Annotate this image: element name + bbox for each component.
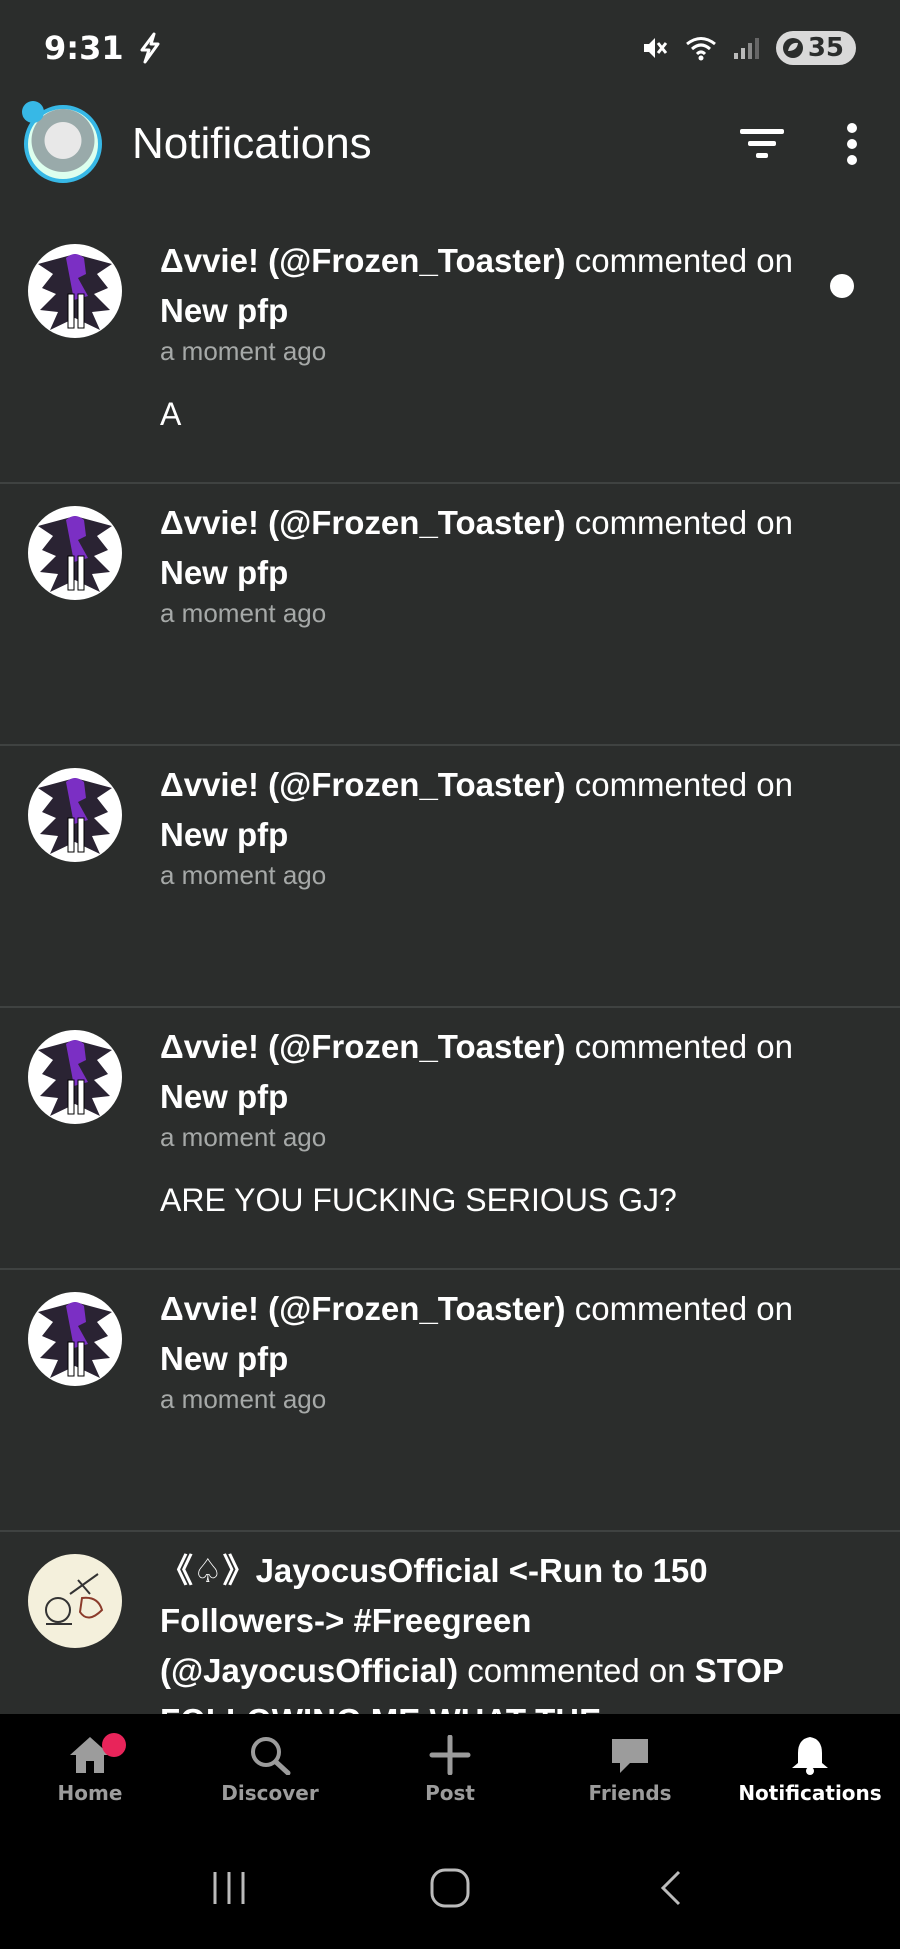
status-left: 9:31	[44, 29, 166, 67]
user-avatar[interactable]	[28, 768, 122, 862]
notification-list: Δvvie! (@Frozen_Toaster) commented on Ne…	[0, 222, 900, 1742]
notification-text: Δvvie! (@Frozen_Toaster) commented on Ne…	[160, 498, 800, 598]
wifi-icon	[685, 37, 716, 61]
notification-user[interactable]: Δvvie! (@Frozen_Toaster)	[160, 504, 566, 541]
notification-comment: ARE YOU FUCKING SERIOUS GJ?	[160, 1182, 677, 1218]
filter-icon	[740, 129, 784, 158]
battery-indicator: 35	[775, 31, 856, 65]
notification-user[interactable]: Δvvie! (@Frozen_Toaster)	[160, 1290, 566, 1327]
notification-text: Δvvie! (@Frozen_Toaster) commented on Ne…	[160, 1284, 800, 1384]
bottom-navigation: Home Discover Post Friends Notifications	[0, 1714, 900, 1826]
avatar-image	[38, 778, 112, 854]
app-bar: Notifications	[0, 96, 900, 192]
user-avatar[interactable]	[28, 1030, 122, 1124]
notification-action: commented on	[565, 1028, 794, 1065]
notification-text: Δvvie! (@Frozen_Toaster) commented on Ne…	[160, 236, 800, 336]
notification-time: a moment ago	[160, 1384, 327, 1414]
bell-icon	[792, 1737, 828, 1775]
notification-target[interactable]: New pfp	[160, 292, 288, 329]
chat-icon	[612, 1739, 648, 1773]
plus-icon	[429, 1735, 471, 1775]
notification-time: a moment ago	[160, 336, 327, 366]
notification-badge	[102, 1733, 126, 1757]
notification-item[interactable]: Δvvie! (@Frozen_Toaster) commented on Ne…	[0, 1008, 900, 1270]
notification-item[interactable]: Δvvie! (@Frozen_Toaster) commented on Ne…	[0, 1270, 900, 1532]
nav-post-label: Post	[425, 1781, 475, 1805]
more-options-button[interactable]	[844, 122, 860, 166]
user-avatar[interactable]	[28, 1292, 122, 1386]
avatar-image	[38, 1302, 112, 1378]
notification-time: a moment ago	[160, 1122, 327, 1152]
back-icon[interactable]	[651, 1868, 691, 1908]
notification-user[interactable]: Δvvie! (@Frozen_Toaster)	[160, 242, 566, 279]
user-avatar[interactable]	[28, 244, 122, 338]
notification-time: a moment ago	[160, 860, 327, 890]
notification-comment: A	[160, 396, 182, 432]
nav-friends[interactable]: Friends	[540, 1735, 720, 1805]
notification-action: commented on	[565, 242, 794, 279]
home-button-icon[interactable]	[428, 1866, 472, 1910]
more-vertical-icon	[847, 123, 857, 165]
avatar-image	[38, 254, 112, 330]
notification-target[interactable]: New pfp	[160, 1078, 288, 1115]
notification-text: Δvvie! (@Frozen_Toaster) commented on Ne…	[160, 760, 800, 860]
nav-friends-label: Friends	[588, 1781, 672, 1805]
recent-apps-icon[interactable]	[209, 1868, 249, 1908]
notification-item[interactable]: Δvvie! (@Frozen_Toaster) commented on Ne…	[0, 746, 900, 1008]
status-right: 35	[640, 31, 856, 65]
battery-saver-icon	[782, 38, 803, 58]
signal-icon	[733, 38, 759, 59]
battery-level: 35	[807, 33, 844, 63]
nav-notifications[interactable]: Notifications	[720, 1735, 900, 1805]
nav-post[interactable]: Post	[360, 1735, 540, 1805]
system-navigation-bar	[0, 1826, 900, 1949]
notification-time: a moment ago	[160, 598, 327, 628]
avatar-image	[45, 1573, 104, 1625]
notification-item[interactable]: Δvvie! (@Frozen_Toaster) commented on Ne…	[0, 484, 900, 746]
avatar-image	[38, 1040, 112, 1116]
notification-action: commented on	[565, 1290, 794, 1327]
nav-home-label: Home	[57, 1781, 123, 1805]
page-title: Notifications	[132, 119, 372, 168]
notification-item[interactable]: 《♤》JayocusOfficial <-Run to 150 Follower…	[0, 1532, 900, 1742]
status-bar: 9:31 35	[0, 0, 900, 96]
notification-user[interactable]: Δvvie! (@Frozen_Toaster)	[160, 1028, 566, 1065]
nav-notifications-label: Notifications	[738, 1781, 882, 1805]
clock: 9:31	[44, 29, 124, 67]
notification-user[interactable]: Δvvie! (@Frozen_Toaster)	[160, 766, 566, 803]
notification-item[interactable]: Δvvie! (@Frozen_Toaster) commented on Ne…	[0, 222, 900, 484]
mute-icon	[643, 38, 667, 58]
nav-discover-label: Discover	[221, 1781, 319, 1805]
lightning-icon	[140, 32, 160, 64]
notification-action: commented on	[565, 504, 794, 541]
avatar-image	[38, 516, 112, 592]
notification-target[interactable]: New pfp	[160, 1340, 288, 1377]
search-icon	[251, 1737, 291, 1775]
notification-action: commented on	[458, 1652, 695, 1689]
notification-text: 《♤》JayocusOfficial <-Run to 150 Follower…	[160, 1546, 800, 1742]
filter-button[interactable]	[740, 127, 784, 161]
notification-target[interactable]: New pfp	[160, 816, 288, 853]
app-actions	[740, 122, 876, 166]
notification-target[interactable]: New pfp	[160, 554, 288, 591]
user-avatar[interactable]	[28, 506, 122, 600]
notification-text: Δvvie! (@Frozen_Toaster) commented on Ne…	[160, 1022, 800, 1122]
profile-avatar[interactable]	[22, 101, 102, 183]
user-avatar[interactable]	[28, 1554, 122, 1648]
nav-home[interactable]: Home	[0, 1733, 180, 1805]
nav-discover[interactable]: Discover	[180, 1735, 360, 1805]
notification-action: commented on	[565, 766, 794, 803]
unread-indicator	[830, 274, 854, 298]
